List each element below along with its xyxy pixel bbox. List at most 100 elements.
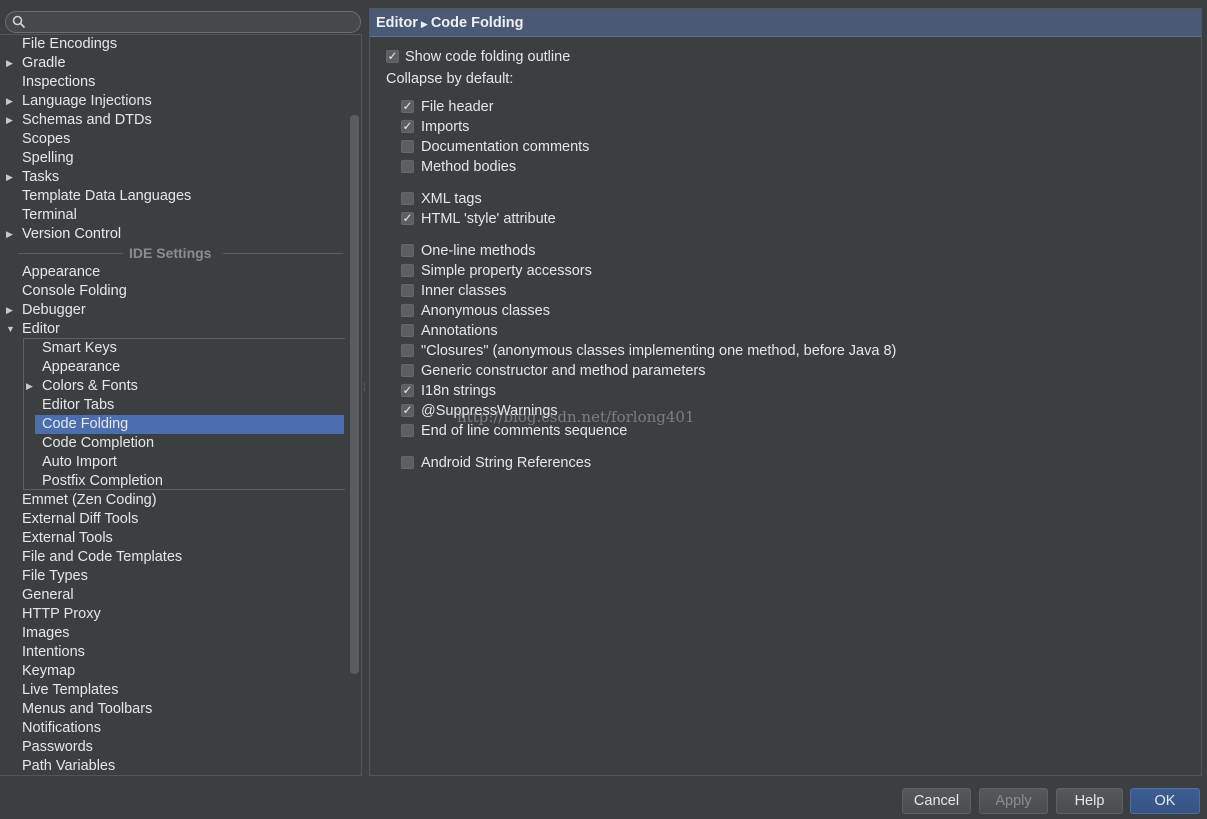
collapse-option-checkbox[interactable] (401, 192, 414, 205)
collapsed-arrow-icon[interactable]: ▶ (6, 225, 16, 244)
tree-item[interactable]: Emmet (Zen Coding) (0, 491, 344, 510)
tree-item[interactable]: ▶ Colors & Fonts (0, 377, 344, 396)
tree-item[interactable]: Auto Import (0, 453, 344, 472)
tree-item-label: Images (22, 625, 70, 641)
tree-item[interactable]: Notifications (0, 719, 344, 738)
settings-tree: File Encodings ▶ Gradle Inspections ▶ Languag… (0, 34, 362, 776)
tree-item[interactable]: Images (0, 624, 344, 643)
tree-item-label: Notifications (22, 720, 101, 736)
tree-item[interactable]: File and Code Templates (0, 548, 344, 567)
tree-item[interactable]: Code Completion (0, 434, 344, 453)
show-outline-label: Show code folding outline (405, 49, 571, 65)
collapsed-arrow-icon[interactable]: ▶ (6, 92, 16, 111)
tree-item[interactable]: ▼ Editor (0, 320, 344, 339)
collapse-option-label: I18n strings (421, 383, 496, 399)
tree-item[interactable]: ▶ Tasks (0, 168, 344, 187)
tree-item-label: Inspections (22, 74, 96, 90)
tree-item[interactable]: Spelling (0, 149, 344, 168)
collapse-option-checkbox[interactable] (401, 344, 414, 357)
collapse-option-label: HTML 'style' attribute (421, 211, 556, 227)
tree-item[interactable]: Smart Keys (0, 339, 344, 358)
collapse-option-checkbox[interactable]: ✓ (401, 384, 414, 397)
collapse-option-checkbox[interactable]: ✓ (401, 404, 414, 417)
tree-item-label: Appearance (42, 359, 121, 375)
cancel-button[interactable]: Cancel (902, 788, 971, 814)
tree-item[interactable]: Inspections (0, 73, 344, 92)
tree-item[interactable]: ▶ Version Control (0, 225, 344, 244)
tree-item-label: Path Variables (22, 758, 116, 774)
tree-item[interactable]: Scopes (0, 130, 344, 149)
collapse-option-checkbox[interactable] (401, 160, 414, 173)
tree-item-label: Scopes (22, 131, 71, 147)
tree-item[interactable]: ▶ Language Injections (0, 92, 344, 111)
tree-item[interactable]: Appearance (0, 358, 344, 377)
tree-item[interactable]: Live Templates (0, 681, 344, 700)
tree-item[interactable]: Intentions (0, 643, 344, 662)
collapsed-arrow-icon[interactable]: ▶ (6, 301, 16, 320)
collapse-option-label: Android String References (421, 455, 592, 471)
collapse-option-checkbox[interactable] (401, 364, 414, 377)
tree-item-label: HTTP Proxy (22, 606, 101, 622)
ide-settings-separator: IDE Settings (0, 244, 344, 263)
pane-splitter-handle[interactable]: ⁞ (363, 384, 368, 399)
collapse-option-label: Imports (421, 119, 470, 135)
help-button[interactable]: Help (1056, 788, 1123, 814)
collapse-option-label: Method bodies (421, 159, 517, 175)
tree-item[interactable]: External Tools (0, 529, 344, 548)
tree-item[interactable]: File Encodings (0, 35, 344, 54)
collapse-option-checkbox[interactable] (401, 284, 414, 297)
tree-item[interactable]: Terminal (0, 206, 344, 225)
collapse-option-checkbox[interactable] (401, 456, 414, 469)
collapse-option-checkbox[interactable]: ✓ (401, 212, 414, 225)
tree-item[interactable]: Menus and Toolbars (0, 700, 344, 719)
tree-item-label: File and Code Templates (22, 549, 183, 565)
collapse-by-default-label: Collapse by default: (386, 71, 514, 87)
tree-item[interactable]: Template Data Languages (0, 187, 344, 206)
tree-item[interactable]: Keymap (0, 662, 344, 681)
collapse-option-checkbox[interactable]: ✓ (401, 120, 414, 133)
tree-item-label: Schemas and DTDs (22, 112, 152, 128)
ok-button[interactable]: OK (1130, 788, 1200, 814)
collapse-option-checkbox[interactable] (401, 244, 414, 257)
tree-item-label: Terminal (22, 207, 77, 223)
code-folding-panel: Editor ▶ Code Folding ✓ Show code folding … (369, 8, 1202, 776)
collapse-option-checkbox[interactable] (401, 264, 414, 277)
tree-item[interactable]: Editor Tabs (0, 396, 344, 415)
tree-item-label: Template Data Languages (22, 188, 192, 204)
collapse-option-checkbox[interactable] (401, 324, 414, 337)
tree-item[interactable]: External Diff Tools (0, 510, 344, 529)
apply-button[interactable]: Apply (979, 788, 1048, 814)
collapsed-arrow-icon[interactable]: ▶ (26, 377, 36, 396)
tree-item-label: Passwords (22, 739, 93, 755)
collapse-option-checkbox[interactable] (401, 140, 414, 153)
tree-item[interactable]: Path Variables (0, 757, 344, 775)
tree-item-label: Appearance (22, 264, 101, 280)
tree-item[interactable]: ▶ Debugger (0, 301, 344, 320)
tree-item[interactable]: File Types (0, 567, 344, 586)
collapse-option-checkbox[interactable] (401, 424, 414, 437)
search-input[interactable] (30, 13, 350, 31)
expanded-arrow-icon[interactable]: ▼ (6, 320, 16, 339)
tree-item[interactable]: ▶ Gradle (0, 54, 344, 73)
collapse-option-label: @SuppressWarnings (421, 403, 558, 419)
collapsed-arrow-icon[interactable]: ▶ (6, 168, 16, 187)
tree-item[interactable]: HTTP Proxy (0, 605, 344, 624)
collapsed-arrow-icon[interactable]: ▶ (6, 54, 16, 73)
tree-item-label: Code Completion (42, 435, 155, 451)
tree-item[interactable]: Postfix Completion (0, 472, 344, 491)
tree-item[interactable]: General (0, 586, 344, 605)
tree-item-label: External Diff Tools (22, 511, 139, 527)
show-outline-checkbox[interactable]: ✓ (386, 50, 399, 63)
tree-item[interactable]: Code Folding (35, 415, 344, 434)
tree-item[interactable]: Console Folding (0, 282, 344, 301)
tree-item[interactable]: Passwords (0, 738, 344, 757)
collapse-option-checkbox[interactable]: ✓ (401, 100, 414, 113)
breadcrumb-separator-icon: ▶ (420, 19, 428, 29)
tree-item[interactable]: ▶ Schemas and DTDs (0, 111, 344, 130)
search-box[interactable] (5, 11, 361, 33)
collapse-option-checkbox[interactable] (401, 304, 414, 317)
tree-item[interactable]: Appearance (0, 263, 344, 282)
collapsed-arrow-icon[interactable]: ▶ (6, 111, 16, 130)
tree-item-label: Language Injections (22, 93, 152, 109)
tree-scrollbar[interactable] (350, 115, 359, 674)
